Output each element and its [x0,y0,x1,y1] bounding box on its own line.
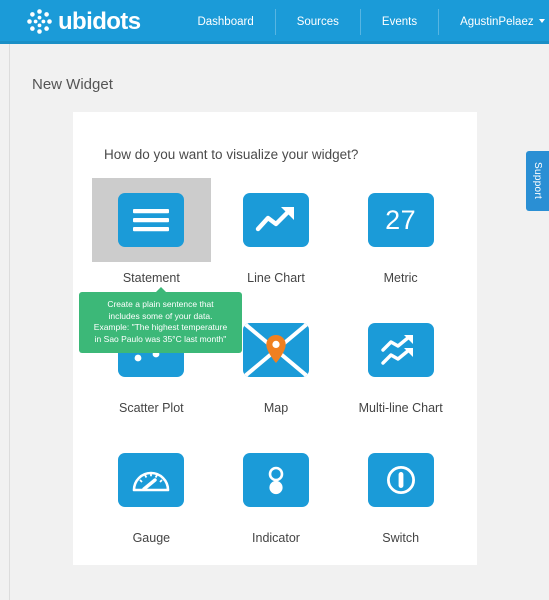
support-tab-label: Support [532,162,543,200]
widget-tile-iconbox [341,438,460,522]
widget-tile-label: Map [263,401,289,415]
indicator-icon [242,453,309,507]
statement-icon [118,193,185,247]
nav-link-dashboard[interactable]: Dashboard [176,9,274,35]
widget-tile-iconbox: 27 [341,178,460,262]
tooltip-line-2: includes some of your data. [108,310,213,321]
nav-link-sources[interactable]: Sources [276,9,360,35]
widget-tile-label: Metric [383,271,418,285]
widget-tile-label: Indicator [252,531,300,545]
widget-tile-indicator[interactable]: Indicator [214,438,339,545]
brand-name: ubidots [58,7,141,35]
widget-tile-metric[interactable]: 27 Metric [338,178,463,285]
nav-link-events[interactable]: Events [361,9,438,35]
widget-tile-label: Scatter Plot [119,401,184,415]
support-tab[interactable]: Support [526,151,549,211]
widget-tile-multi-line-chart[interactable]: Multi-line Chart [338,308,463,415]
tooltip-line-1: Create a plain sentence that [107,299,214,309]
tooltip-line-3: Example: "The highest temperature [93,322,228,332]
switch-icon [367,453,434,507]
metric-icon: 27 [367,193,434,247]
brand-logo[interactable]: ubidots [26,7,141,35]
tooltip-line-4: in Sao Paulo was 35°C last month" [94,333,227,344]
user-menu[interactable]: AgustinPelaez [439,9,549,35]
chevron-down-icon [538,19,545,24]
ubidots-dots-logo-icon [27,9,52,34]
widget-tile-iconbox [92,438,211,522]
widget-tile-switch[interactable]: Switch [338,438,463,545]
widget-tile-label: Statement [122,271,180,285]
widget-tile-iconbox [216,178,335,262]
widget-tile-label: Multi-line Chart [358,401,443,415]
widget-type-grid: Statement Line Chart 27 Metric Scatter P… [89,178,463,545]
widget-tile-statement[interactable]: Statement [89,178,214,285]
widget-tile-label: Switch [382,531,420,545]
map-icon [242,323,309,377]
metric-value: 27 [385,204,417,235]
user-menu-label: AgustinPelaez [460,15,534,28]
widget-tile-iconbox [216,438,335,522]
widget-tile-gauge[interactable]: Gauge [89,438,214,545]
card-question: How do you want to visualize your widget… [104,147,359,162]
line-chart-icon [242,193,309,247]
page-title: New Widget [32,76,113,93]
statement-tooltip: Create a plain sentence that includes so… [79,287,242,353]
app-page: ubidots Dashboard Sources Events Agustin… [0,0,549,600]
multi-line-chart-icon [367,323,434,377]
widget-tile-iconbox [91,178,211,262]
gauge-icon [118,453,185,507]
tooltip-arrow-icon [155,287,166,292]
nav-items: Dashboard Sources Events AgustinPelaez [176,8,549,35]
widget-tile-iconbox [341,308,460,392]
top-navbar: ubidots Dashboard Sources Events Agustin… [0,0,549,43]
widget-tile-line-chart[interactable]: Line Chart [214,178,339,285]
widget-tile-label: Gauge [132,531,171,545]
widget-tile-label: Line Chart [247,271,305,285]
